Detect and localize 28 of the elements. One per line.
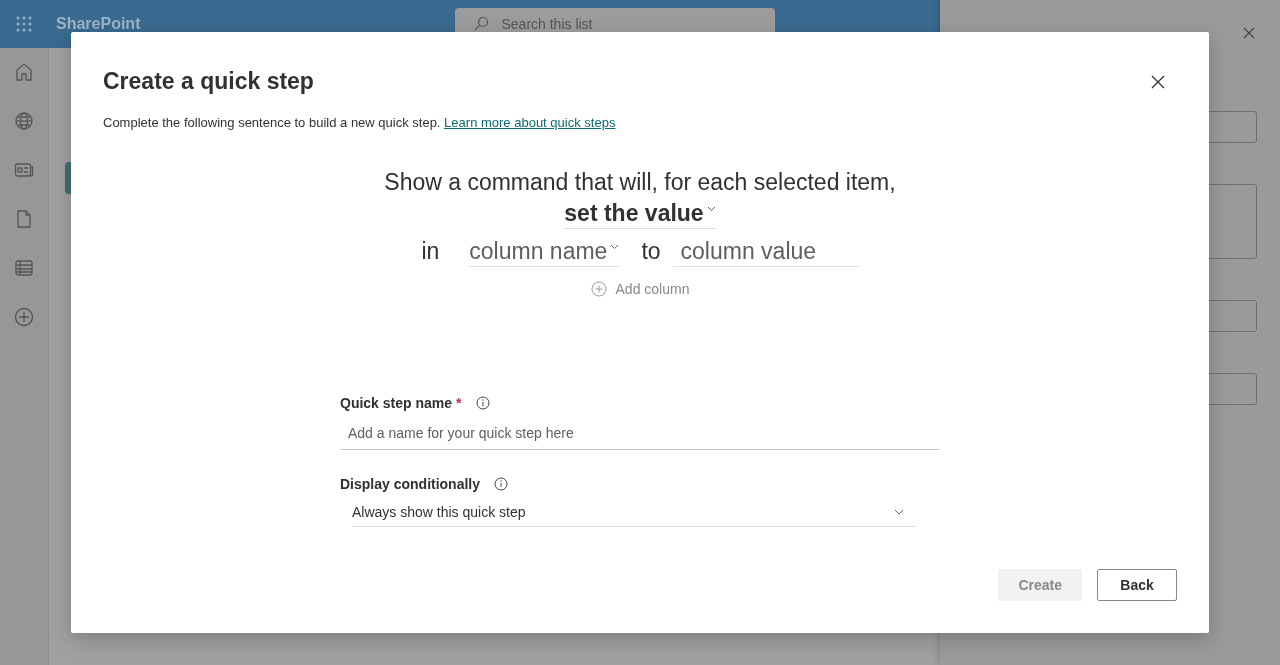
required-mark: *	[456, 395, 462, 411]
info-icon[interactable]	[494, 477, 509, 491]
description-text: Complete the following sentence to build a new quick step.	[103, 115, 441, 130]
list-icon[interactable]	[14, 258, 34, 278]
field-label: Quick step name	[340, 395, 453, 411]
chevron-icon	[894, 509, 904, 515]
chevron-icon	[610, 243, 620, 250]
news-icon[interactable]	[14, 160, 34, 180]
document-icon[interactable]	[14, 209, 34, 229]
add-icon[interactable]	[14, 307, 34, 327]
home-icon[interactable]	[14, 62, 34, 82]
globe-icon[interactable]	[14, 111, 34, 131]
sentence-text: Show a command that will, for each selected item,	[384, 168, 896, 197]
dialog-title: Create a quick step	[103, 68, 314, 95]
action-dropdown[interactable]: set the value	[564, 198, 716, 229]
app-launcher-icon[interactable]	[16, 16, 32, 32]
back-button[interactable]: Back	[1097, 569, 1177, 601]
chevron-icon	[706, 206, 716, 212]
column-dropdown[interactable]: column name	[469, 235, 620, 267]
info-icon[interactable]	[475, 396, 490, 410]
add-icon	[590, 281, 607, 297]
learn-more-link[interactable]: Learn more about quick steps	[444, 115, 616, 130]
field-label: Display conditionally	[340, 476, 481, 492]
sentence-text: to	[641, 237, 661, 266]
close-icon[interactable]	[1151, 74, 1165, 89]
sentence-text: in	[421, 237, 440, 266]
add-column-button[interactable]: Add column	[590, 281, 690, 297]
search-icon	[473, 16, 490, 32]
